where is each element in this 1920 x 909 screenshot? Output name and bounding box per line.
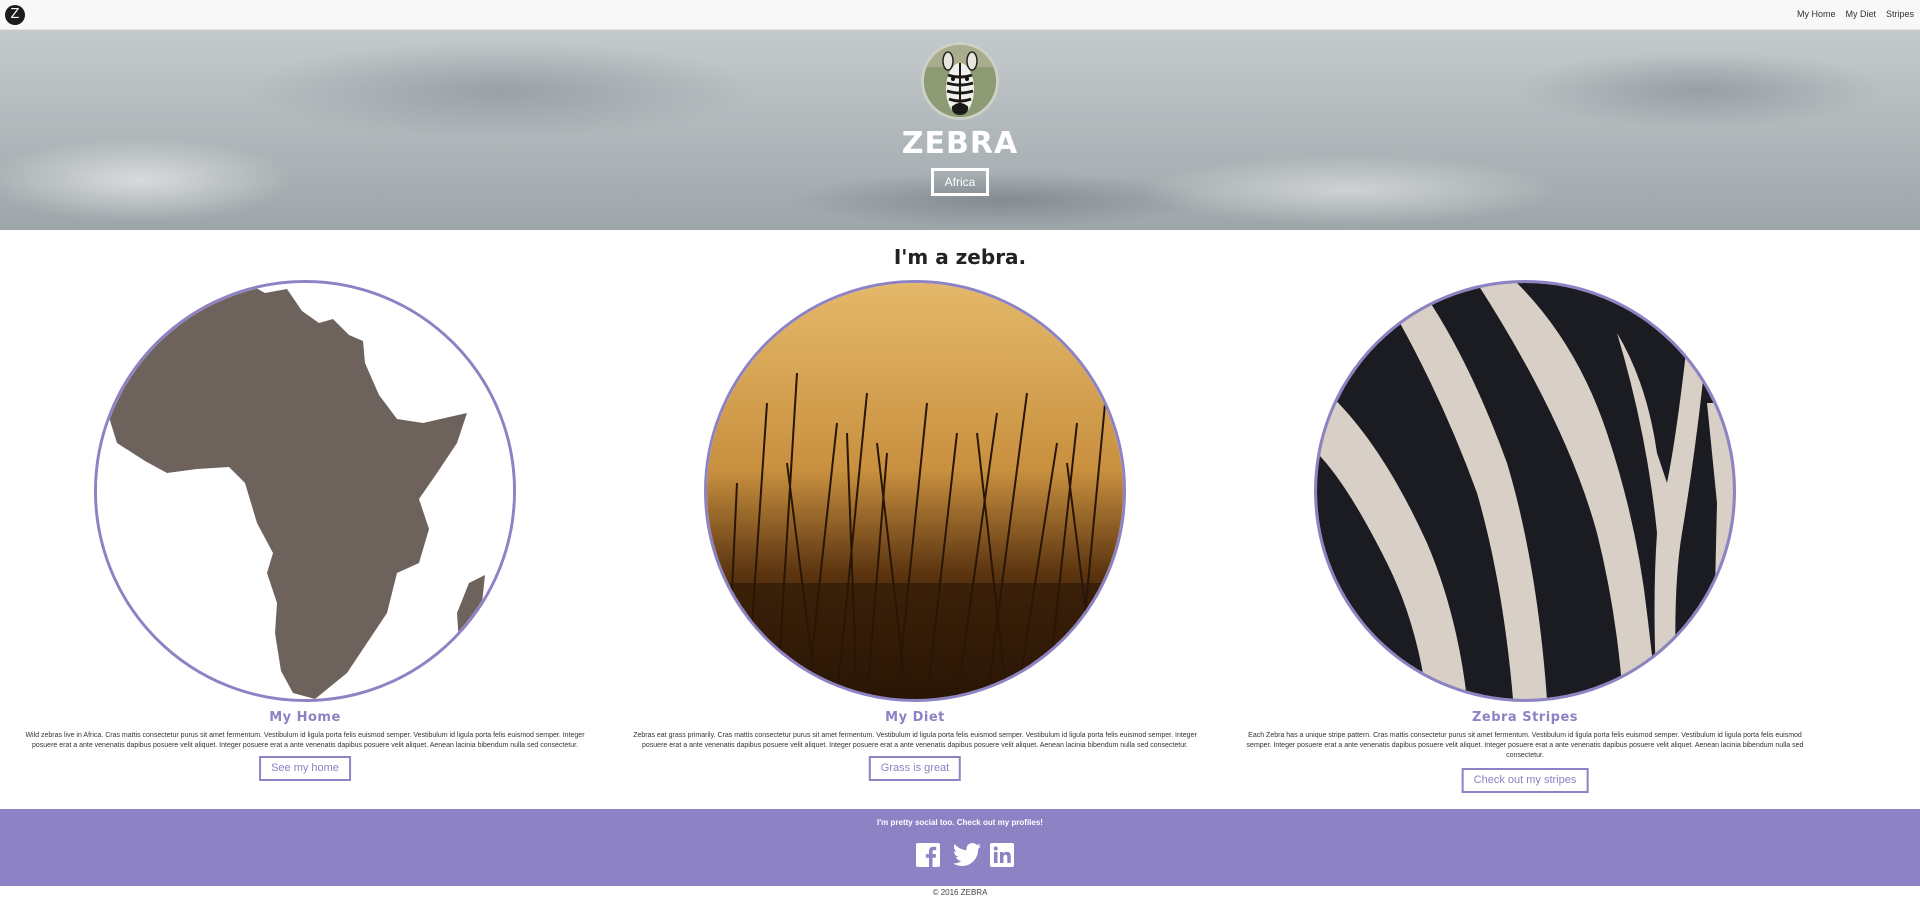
hero-banner: ZEBRA Africa: [0, 30, 1920, 230]
facebook-icon[interactable]: [916, 843, 940, 867]
hero-title: ZEBRA: [901, 126, 1019, 161]
grass-is-great-button[interactable]: Grass is great: [868, 756, 962, 781]
social-links: [916, 843, 1014, 867]
page-title: I'm a zebra.: [893, 245, 1027, 269]
linkedin-icon[interactable]: [990, 843, 1014, 867]
africa-map-image: [94, 280, 516, 702]
logo[interactable]: Z: [5, 5, 25, 25]
see-my-home-button[interactable]: See my home: [259, 756, 351, 781]
my-home-text: Wild zebras live in Africa. Cras mattis …: [25, 732, 585, 749]
grass-image: [704, 280, 1126, 702]
nav-link-my-diet[interactable]: My Diet: [1845, 9, 1876, 19]
nav-link-stripes[interactable]: Stripes: [1886, 9, 1914, 19]
twitter-icon[interactable]: [953, 843, 981, 867]
footer: I'm pretty social too. Check out my prof…: [0, 809, 1920, 886]
copyright: © 2016 ZEBRA: [932, 888, 988, 897]
check-out-my-stripes-button[interactable]: Check out my stripes: [1461, 768, 1589, 793]
footer-text: I'm pretty social too. Check out my prof…: [877, 818, 1043, 827]
zebra-stripes-title: Zebra Stripes: [1471, 710, 1579, 725]
top-navbar: Z My Home My Diet Stripes: [0, 0, 1920, 30]
my-home-title: My Home: [269, 710, 341, 725]
nav-links: My Home My Diet Stripes: [1797, 9, 1914, 19]
nav-link-my-home[interactable]: My Home: [1797, 9, 1836, 19]
my-diet-title: My Diet: [885, 710, 945, 725]
zebra-avatar: [921, 42, 999, 120]
my-diet-text: Zebras eat grass primarily. Cras mattis …: [633, 732, 1197, 749]
zebra-stripes-image: [1314, 280, 1736, 702]
zebra-stripes-text: Each Zebra has a unique stripe pattern. …: [1246, 732, 1804, 759]
africa-button[interactable]: Africa: [931, 168, 989, 196]
